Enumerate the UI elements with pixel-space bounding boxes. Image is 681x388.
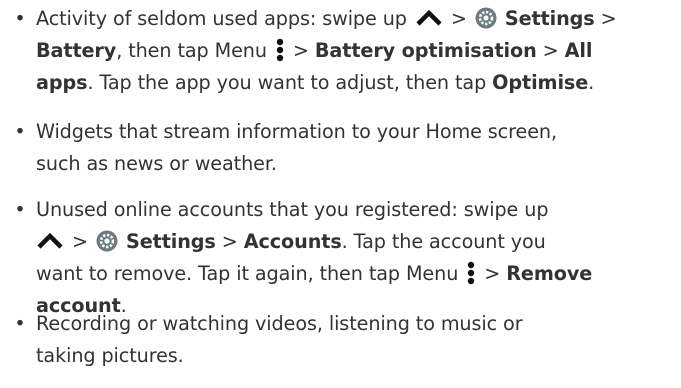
chevron-up-icon: [416, 9, 442, 26]
item4-line2: taking pictures.: [36, 344, 184, 367]
chevron-up-icon: [37, 232, 63, 249]
settings-gear-icon: [96, 230, 118, 251]
item1-line2: Battery, then tap Menu > Battery optimis…: [36, 38, 593, 62]
item3-line1: Unused online accounts that you register…: [36, 198, 549, 221]
item1-line1: Activity of seldom used apps: swipe up >…: [36, 7, 617, 30]
vertical-dots-menu-icon: [276, 38, 284, 61]
bullet: •: [14, 312, 26, 335]
item2-line1: Widgets that stream information to your …: [36, 120, 557, 143]
item1-line3: apps. Tap the app you want to adjust, th…: [36, 71, 595, 94]
tips-list: • Activity of seldom used apps: swipe up…: [0, 0, 681, 388]
vertical-dots-menu-icon: [468, 261, 475, 284]
item4-line1: Recording or watching videos, listening …: [36, 312, 523, 335]
item3-line2: > Settings > Accounts. Tap the account y…: [36, 227, 546, 257]
item2-line2: such as news or weather.: [36, 152, 277, 175]
bullet: •: [14, 7, 26, 30]
bullet: •: [14, 198, 26, 221]
settings-gear-icon: [475, 7, 497, 28]
item3-line3: want to remove. Tap it again, then tap M…: [36, 261, 593, 285]
bullet: •: [14, 120, 26, 143]
